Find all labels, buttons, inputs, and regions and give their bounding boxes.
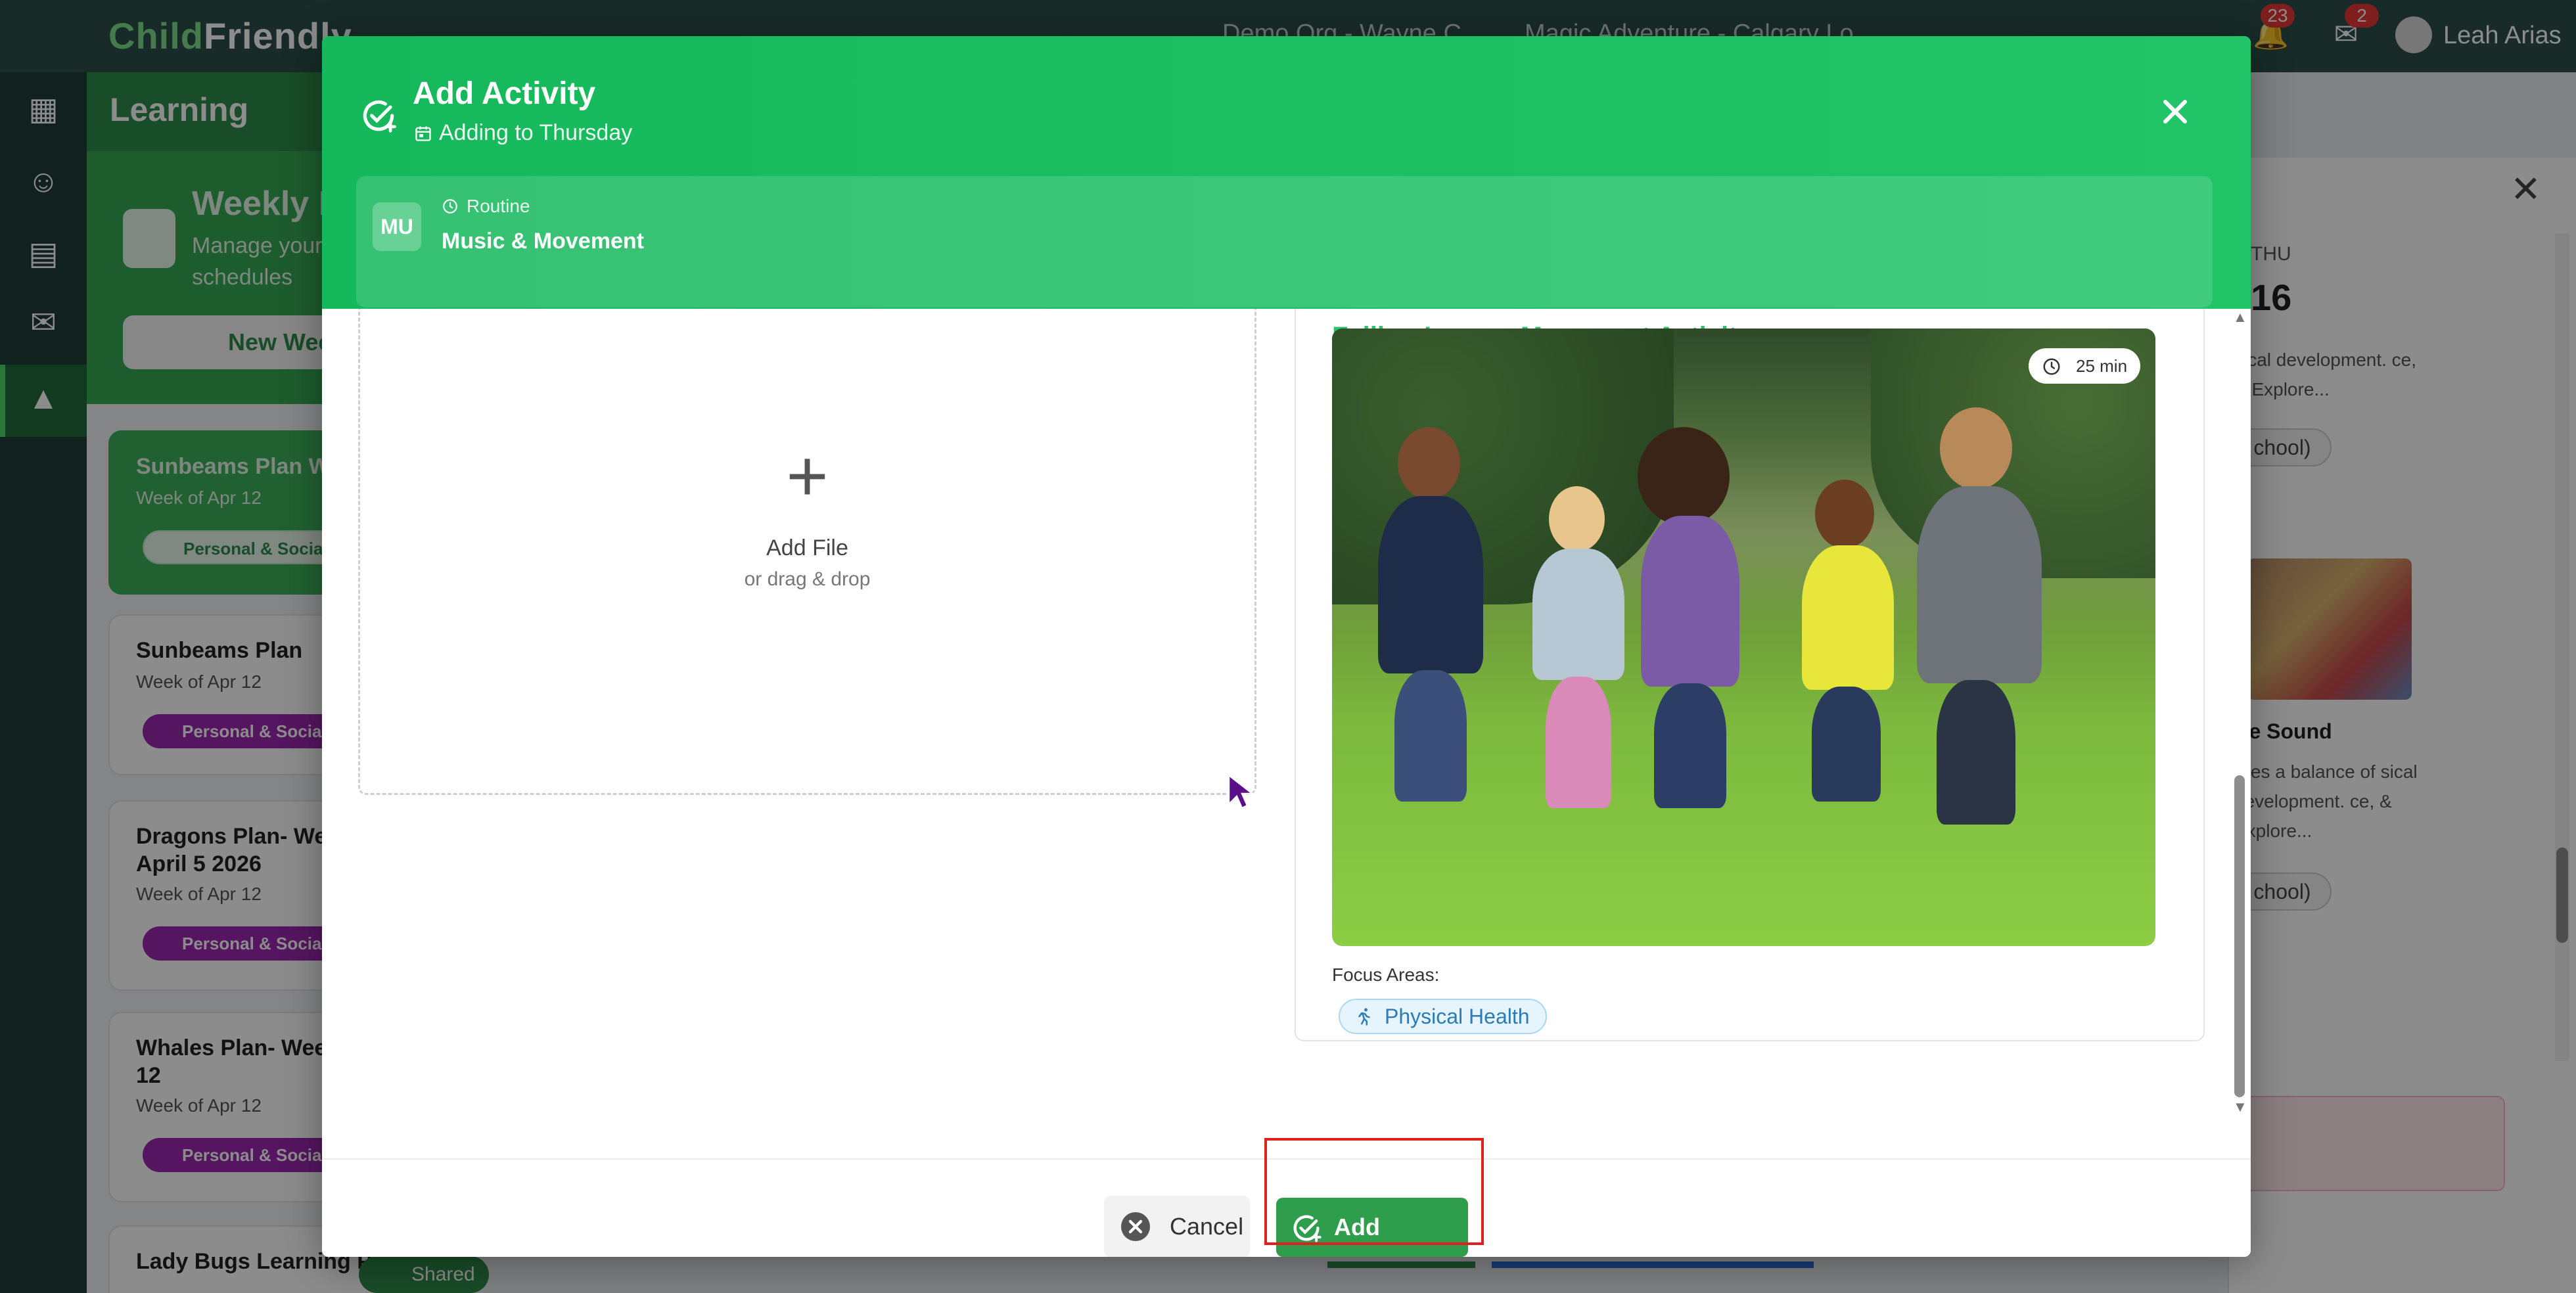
image-child — [1546, 677, 1611, 808]
file-dropzone[interactable]: + Add File or drag & drop — [358, 309, 1256, 795]
image-child — [1812, 687, 1881, 802]
image-child — [1641, 516, 1739, 687]
scroll-down-arrow[interactable]: ▼ — [2233, 1099, 2247, 1116]
add-file-label: Add File — [766, 535, 848, 560]
running-icon — [1358, 1008, 1370, 1026]
modal-subtitle: Adding to Thursday — [439, 120, 633, 145]
focus-area-chip: Physical Health — [1339, 999, 1547, 1034]
close-circle-icon — [1121, 1212, 1150, 1241]
focus-area-text: Physical Health — [1385, 1005, 1530, 1028]
image-child — [1549, 486, 1605, 552]
modal-title: Add Activity — [413, 76, 596, 111]
routine-summary: MU Routine Music & Movement — [356, 176, 2213, 307]
routine-label: Routine — [442, 196, 530, 217]
plus-icon: + — [786, 436, 829, 516]
scroll-up-arrow[interactable]: ▲ — [2233, 309, 2247, 326]
activity-card: Falling Leaves Movement Activity — [1295, 309, 2205, 1041]
image-child — [1917, 486, 2042, 683]
routine-initials: MU — [373, 202, 421, 251]
modal-header: Add Activity Adding to Thursday MU Routi… — [322, 36, 2251, 309]
scrollbar-thumb[interactable] — [2234, 775, 2245, 1097]
image-child — [1394, 670, 1467, 802]
cancel-button[interactable]: Cancel — [1104, 1196, 1250, 1257]
image-child — [1398, 427, 1460, 499]
image-child — [1937, 680, 2015, 825]
image-child — [1654, 683, 1726, 808]
drag-drop-hint: or drag & drop — [744, 568, 871, 590]
calendar-check-icon — [363, 100, 396, 133]
activity-image: 25 min — [1332, 329, 2155, 946]
mouse-cursor-icon — [1228, 774, 1254, 809]
duration-badge: 25 min — [2029, 348, 2140, 384]
routine-name: Music & Movement — [442, 229, 644, 254]
add-activity-modal: Add Activity Adding to Thursday MU Routi… — [322, 36, 2251, 1257]
image-child — [1802, 545, 1894, 690]
calendar-icon — [415, 126, 431, 141]
duration-text: 25 min — [2076, 356, 2128, 376]
image-child — [1378, 496, 1483, 673]
cancel-label: Cancel — [1170, 1213, 1244, 1240]
close-icon[interactable] — [2155, 92, 2195, 131]
image-child — [1940, 407, 2012, 489]
modal-body: + Add File or drag & drop Falling Leaves… — [322, 309, 2251, 1158]
focus-areas-label: Focus Areas: — [1332, 964, 1440, 985]
image-child — [1815, 480, 1874, 549]
highlight-box — [1264, 1138, 1484, 1245]
clock-icon — [2043, 358, 2060, 375]
image-child — [1532, 549, 1624, 680]
routine-label-text: Routine — [467, 196, 530, 216]
image-child — [1638, 427, 1730, 526]
